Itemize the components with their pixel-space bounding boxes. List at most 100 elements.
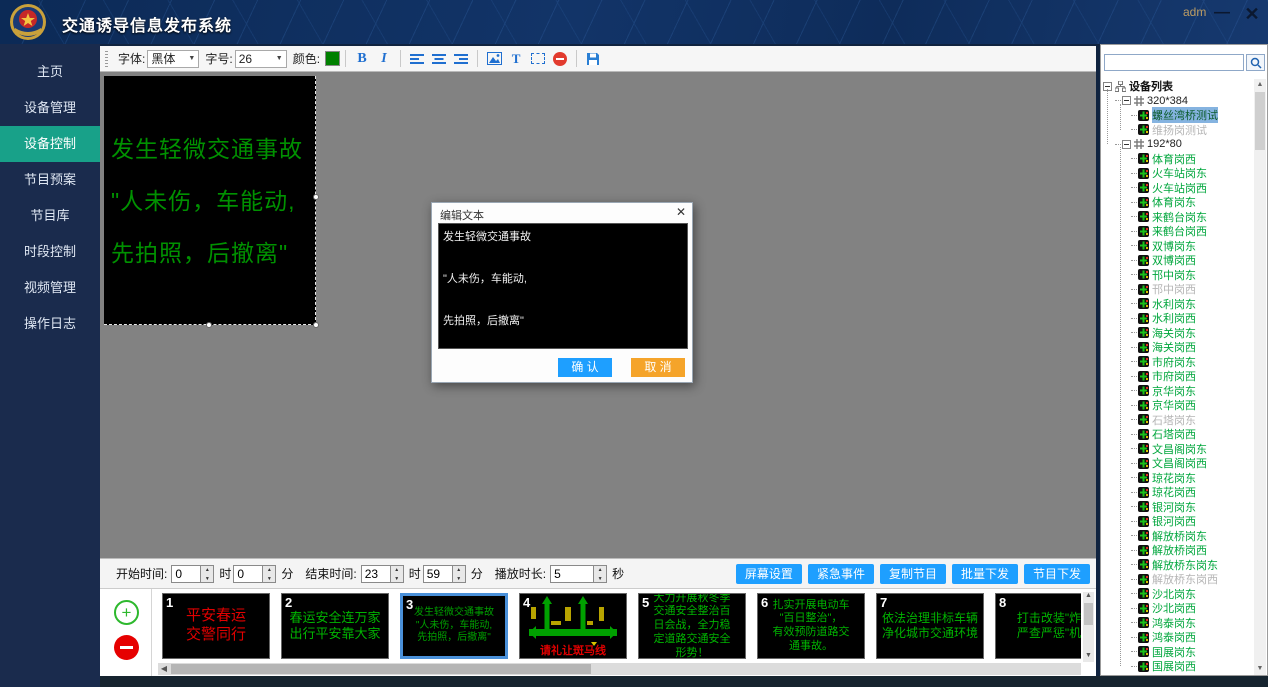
sidebar-item-program-library[interactable]: 节目库 [0,198,100,234]
delete-item-button[interactable] [551,50,569,68]
sidebar-item-device-control[interactable]: 设备控制 [0,126,100,162]
scroll-down-icon[interactable]: ▼ [1083,652,1094,662]
device-search-input[interactable] [1104,54,1244,71]
tree-collapse-toggle[interactable] [1122,96,1131,105]
insert-image-button[interactable] [485,50,503,68]
toolbar-grip[interactable] [105,51,108,67]
tree-label[interactable]: 维扬岗测试 [1152,122,1207,138]
dialog-text-line: "人未伤，车能动, [443,269,683,290]
horizontal-scrollbar[interactable]: ◀ [158,663,1081,675]
align-right-button[interactable] [452,50,470,68]
scroll-down-icon[interactable]: ▼ [1254,663,1266,675]
fit-screen-button[interactable] [529,50,547,68]
tree-device-item: 国展岗西 [1101,659,1257,674]
batch-send-button[interactable]: 批量下发 [952,564,1018,584]
copy-program-button[interactable]: 复制节目 [880,564,946,584]
tree-connector [1131,622,1137,623]
insert-text-button[interactable]: T [507,50,525,68]
edit-text-dialog: 编辑文本 ✕ 发生轻微交通事故"人未伤，车能动,先拍照，后撤离" 确 认 取 消 [431,202,693,383]
resize-handle-corner[interactable] [313,322,319,328]
start-hour-input[interactable] [171,565,201,583]
emergency-event-button[interactable]: 紧急事件 [808,564,874,584]
tree-label[interactable]: 192*80 [1147,138,1182,150]
resize-handle-bottom[interactable] [206,322,212,328]
resize-handle-right[interactable] [313,194,319,200]
program-thumbnail-5[interactable]: 5大力开展秋冬季交通安全整治百日会战，全力稳定道路交通安全形势！ [638,593,746,659]
vertical-scrollbar[interactable]: ▲ ▼ [1083,592,1094,662]
toolbar-separator [576,50,577,67]
tree-device-item: 解放桥岗东 [1101,529,1257,544]
end-minute-input[interactable] [423,565,453,583]
dialog-textarea[interactable]: 发生轻微交通事故"人未伤，车能动,先拍照，后撤离" [438,223,688,349]
scrollbar-thumb[interactable] [1255,92,1265,150]
program-thumbnail-4[interactable]: 4请礼让斑马线 [519,593,627,659]
duration-input[interactable] [550,565,594,583]
color-swatch[interactable] [325,51,340,66]
tree-connector [1131,506,1137,507]
program-number: 8 [999,595,1006,610]
start-hour-stepper[interactable]: ▲▼ [201,565,214,583]
italic-button[interactable]: I [375,50,393,68]
tree-connector [1131,202,1137,203]
save-button[interactable] [584,50,602,68]
scroll-up-icon[interactable]: ▲ [1083,592,1094,602]
device-tree: 设备列表320*384螺丝湾桥测试维扬岗测试192*80体育岗西火车站岗东火车站… [1101,79,1257,675]
end-hour-stepper[interactable]: ▲▼ [391,565,404,583]
tree-connector [1131,637,1137,638]
program-thumbnail-6[interactable]: 6扎实开展电动车"百日整治"，有效预防道路交通事故。 [757,593,865,659]
sidebar-item-schedule-control[interactable]: 时段控制 [0,234,100,270]
scroll-left-icon[interactable]: ◀ [158,663,170,675]
device-tree-scrollbar[interactable]: ▲ ▼ [1254,79,1266,675]
program-thumbnail-8[interactable]: 8打击改装"炸严查严惩"机 [995,593,1081,659]
sidebar-item-program-plan[interactable]: 节目预案 [0,162,100,198]
username-label[interactable]: adm [1183,5,1206,19]
duration-stepper[interactable]: ▲▼ [594,565,607,583]
bold-button[interactable]: B [353,50,371,68]
tree-connector [1131,245,1137,246]
font-size-select[interactable]: 26 ▼ [235,50,287,68]
dialog-close-icon[interactable]: ✕ [676,205,686,219]
led-device-icon [1138,385,1149,396]
led-preview-panel[interactable]: 发生轻微交通事故 "人未伤，车能动, 先拍照，后撤离" [104,76,316,325]
close-button[interactable]: ✕ [1242,4,1262,24]
start-minute-input[interactable] [233,565,263,583]
end-minute-stepper[interactable]: ▲▼ [453,565,466,583]
tree-label[interactable]: 设备列表 [1129,79,1173,94]
start-minute-stepper[interactable]: ▲▼ [263,565,276,583]
sidebar-item-video-management[interactable]: 视频管理 [0,270,100,306]
cancel-button[interactable]: 取 消 [631,358,685,377]
scrollbar-thumb[interactable] [171,664,591,674]
program-caption: 请礼让斑马线 [520,642,626,658]
tree-connector [1131,593,1137,594]
program-send-button[interactable]: 节目下发 [1024,564,1090,584]
add-program-button[interactable]: + [114,600,139,625]
minimize-button[interactable]: — [1212,6,1232,24]
program-thumbnails: 1平安春运交警同行2春运安全连万家出行平安靠大家3发生轻微交通事故"人未伤，车能… [156,591,1081,663]
program-text: 大力开展秋冬季交通安全整治百日会战，全力稳定道路交通安全形势！ [639,594,745,658]
tree-label[interactable]: 国展岗西 [1152,658,1196,674]
program-thumbnail-1[interactable]: 1平安春运交警同行 [162,593,270,659]
tree-device-item: 邗中岗东 [1101,268,1257,283]
program-thumbnail-3[interactable]: 3发生轻微交通事故"人未伤，车能动,先拍照，后撤离" [400,593,508,659]
scrollbar-thumb[interactable] [1084,603,1093,625]
sidebar-item-operation-log[interactable]: 操作日志 [0,306,100,342]
end-hour-input[interactable] [361,565,391,583]
tree-label[interactable]: 320*384 [1147,95,1188,107]
tree-collapse-toggle[interactable] [1122,140,1131,149]
tree-group-192x80: 192*80 [1101,137,1257,152]
search-button[interactable] [1246,54,1265,71]
sidebar-item-device-management[interactable]: 设备管理 [0,90,100,126]
led-device-icon [1138,342,1149,353]
program-thumbnail-7[interactable]: 7依法治理非标车辆净化城市交通环境 [876,593,984,659]
program-thumbnail-2[interactable]: 2春运安全连万家出行平安靠大家 [281,593,389,659]
font-select[interactable]: 黑体 ▼ [147,50,199,68]
screen-settings-button[interactable]: 屏幕设置 [736,564,802,584]
sidebar-item-home[interactable]: 主页 [0,54,100,90]
confirm-button[interactable]: 确 认 [558,358,612,377]
program-number: 5 [642,595,649,610]
remove-program-button[interactable] [114,635,139,660]
scroll-up-icon[interactable]: ▲ [1254,79,1266,91]
tree-connector [1131,521,1137,522]
align-left-button[interactable] [408,50,426,68]
align-center-button[interactable] [430,50,448,68]
